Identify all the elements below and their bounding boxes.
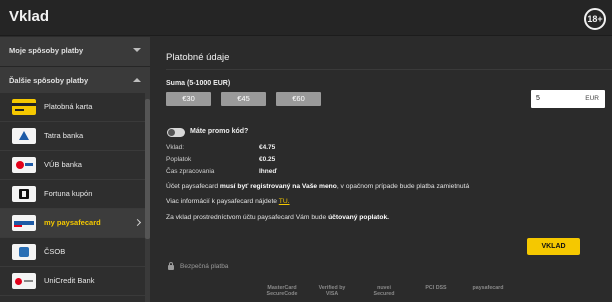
summary-label: Poplatok bbox=[166, 156, 192, 163]
registration-notice: Účet paysafecard musí byť registrovaný n… bbox=[166, 183, 469, 190]
payment-details-panel: Platobné údaje Suma (5-1000 EUR) €30 €45… bbox=[150, 37, 612, 302]
summary-value: Ihneď bbox=[259, 168, 278, 175]
paysafecard-badge: paysafecard bbox=[468, 285, 508, 291]
tatra-banka-logo bbox=[12, 128, 36, 144]
quick-amount-60-button[interactable]: €60 bbox=[276, 92, 321, 106]
method-label: Tatra banka bbox=[44, 131, 84, 140]
csob-logo bbox=[12, 244, 36, 260]
mastercard-securecode-badge: MasterCard SecureCode bbox=[262, 285, 302, 297]
top-bar: Vklad 18+ bbox=[0, 0, 612, 36]
summary-value: €0.25 bbox=[259, 156, 276, 163]
more-info-notice: Viac informácií k paysafecard nájdete TU… bbox=[166, 198, 290, 205]
card-icon bbox=[12, 99, 36, 115]
summary-label: Vklad: bbox=[166, 144, 185, 151]
deposit-submit-button[interactable]: VKLAD bbox=[527, 238, 580, 255]
notice-text: , v opačnom prípade bude platba zamietnu… bbox=[336, 183, 470, 190]
section-other-methods-label: Ďalšie spôsoby platby bbox=[9, 76, 89, 85]
method-label: Platobná karta bbox=[44, 102, 93, 111]
method-label: my paysafecard bbox=[44, 218, 101, 227]
summary-row-deposit: Vklad: €4.75 bbox=[166, 144, 275, 151]
section-my-methods[interactable]: Moje spôsoby platby bbox=[0, 37, 150, 67]
unicredit-logo bbox=[12, 273, 36, 289]
notice-text: Za vklad prostredníctvom účtu paysafecar… bbox=[166, 214, 329, 221]
toggle-knob bbox=[168, 129, 175, 136]
method-fortuna-kupon[interactable]: Fortuna kupón bbox=[0, 180, 150, 209]
paysafecard-logo bbox=[12, 215, 36, 231]
secure-payment-label: Bezpečná platba bbox=[180, 263, 229, 270]
summary-row-fee: Poplatok €0.25 bbox=[166, 156, 275, 163]
lock-icon bbox=[168, 265, 174, 270]
currency-label: EUR bbox=[585, 95, 599, 102]
summary-row-processing-time: Čas zpracovania Ihneď bbox=[166, 168, 277, 175]
payment-methods-sidebar: Moje spôsoby platby Ďalšie spôsoby platb… bbox=[0, 37, 150, 302]
method-label: VÚB banka bbox=[44, 160, 82, 169]
summary-label: Čas zpracovania bbox=[166, 168, 215, 175]
page-title: Vklad bbox=[9, 8, 50, 25]
method-vub-banka[interactable]: VÚB banka bbox=[0, 151, 150, 180]
fortuna-coupon-logo bbox=[12, 186, 36, 202]
promo-code-label: Máte promo kód? bbox=[190, 128, 249, 135]
method-label: UniCredit Bank bbox=[44, 276, 95, 285]
age-restriction-badge: 18+ bbox=[584, 8, 606, 30]
more-info-link[interactable]: TU. bbox=[279, 198, 290, 205]
sum-label: Suma (5-1000 EUR) bbox=[166, 80, 231, 87]
fee-notice: Za vklad prostredníctvom účtu paysafecar… bbox=[166, 214, 389, 221]
amount-input[interactable]: 5 EUR bbox=[531, 90, 605, 108]
method-label: ČSOB bbox=[44, 247, 66, 256]
amount-value: 5 bbox=[536, 95, 540, 102]
quick-amount-30-button[interactable]: €30 bbox=[166, 92, 211, 106]
pci-dss-badge: PCI DSS bbox=[418, 285, 454, 291]
panel-title: Platobné údaje bbox=[166, 52, 230, 63]
notice-text: Viac informácií k paysafecard nájdete bbox=[166, 198, 279, 205]
notice-text: Účet paysafecard bbox=[166, 183, 220, 190]
vub-logo bbox=[12, 157, 36, 173]
promo-code-toggle[interactable] bbox=[167, 128, 185, 137]
notice-emphasis: musí byť registrovaný na Vaše meno bbox=[219, 183, 337, 190]
badge-text: VISA bbox=[325, 291, 339, 297]
chevron-up-icon bbox=[133, 78, 141, 82]
nuvei-secured-badge: nuvei Secured bbox=[366, 285, 402, 297]
badge-text: PCI DSS bbox=[425, 285, 447, 291]
method-my-paysafecard[interactable]: my paysafecard bbox=[0, 209, 150, 238]
method-csob[interactable]: ČSOB bbox=[0, 238, 150, 267]
chevron-down-icon bbox=[133, 48, 141, 52]
method-platobna-karta[interactable]: Platobná karta bbox=[0, 93, 150, 122]
section-my-methods-label: Moje spôsoby platby bbox=[9, 46, 84, 55]
summary-value: €4.75 bbox=[259, 144, 276, 151]
badge-text: Secured bbox=[373, 291, 395, 297]
quick-amount-45-button[interactable]: €45 bbox=[221, 92, 266, 106]
chevron-right-icon bbox=[133, 218, 142, 227]
notice-emphasis: účtovaný poplatok. bbox=[328, 214, 390, 221]
badge-text: SecureCode bbox=[266, 291, 298, 297]
verified-by-visa-badge: Verified by VISA bbox=[314, 285, 350, 297]
divider bbox=[166, 69, 612, 70]
method-tatra-banka[interactable]: Tatra banka bbox=[0, 122, 150, 151]
method-label: Fortuna kupón bbox=[44, 189, 93, 198]
payment-methods-list: Platobná karta Tatra banka VÚB banka For… bbox=[0, 93, 150, 302]
badge-text: paysafecard bbox=[472, 285, 504, 291]
method-unicredit-bank[interactable]: UniCredit Bank bbox=[0, 267, 150, 296]
